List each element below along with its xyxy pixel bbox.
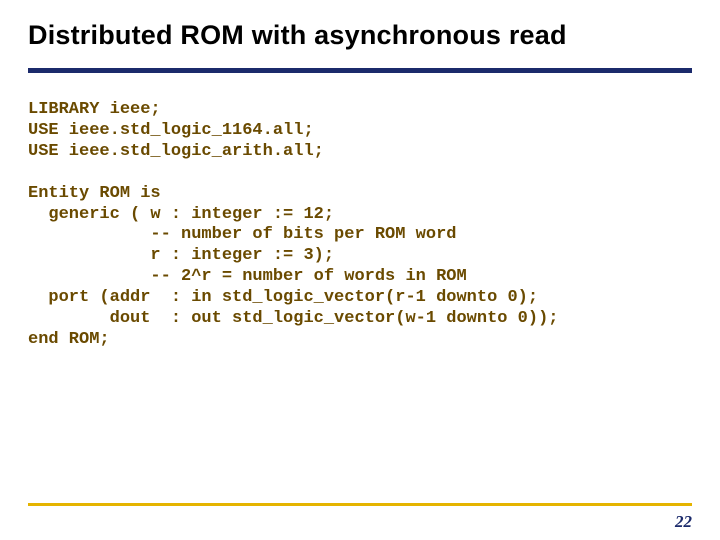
slide-title: Distributed ROM with asynchronous read bbox=[28, 20, 692, 51]
title-divider bbox=[28, 68, 692, 73]
code-block: LIBRARY ieee; USE ieee.std_logic_1164.al… bbox=[28, 100, 692, 351]
page-number: 22 bbox=[675, 512, 692, 532]
slide: Distributed ROM with asynchronous read L… bbox=[0, 0, 720, 540]
footer-divider bbox=[28, 503, 692, 506]
